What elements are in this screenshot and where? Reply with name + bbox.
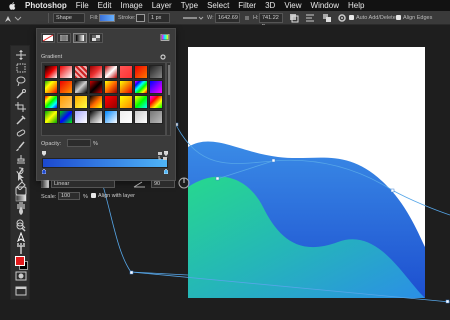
preset-swatch[interactable] — [59, 65, 73, 79]
gradient-style-select[interactable]: Linear — [51, 180, 115, 188]
align-with-layer-checkbox[interactable]: Align with layer — [91, 193, 135, 199]
checkbox-checked-icon — [91, 193, 96, 199]
preset-swatch[interactable] — [119, 80, 133, 94]
preset-swatch[interactable] — [74, 80, 88, 94]
scale-value: 100 — [61, 193, 71, 199]
anchor-point[interactable] — [390, 188, 395, 193]
gradient-button[interactable] — [73, 33, 87, 43]
preset-swatch[interactable] — [104, 65, 118, 79]
preset-swatch[interactable] — [119, 65, 133, 79]
preset-swatch[interactable] — [74, 95, 88, 109]
angle-value: 90 — [154, 181, 161, 187]
preset-swatch[interactable] — [74, 65, 88, 79]
angle-field[interactable]: 90 — [151, 180, 175, 188]
preset-swatch[interactable] — [44, 95, 58, 109]
color-picker-icon[interactable] — [160, 34, 170, 42]
gradient-type-icon — [40, 179, 50, 189]
anchor-point[interactable] — [129, 270, 134, 275]
preset-swatch[interactable] — [104, 110, 118, 124]
preset-swatch[interactable] — [59, 110, 73, 124]
opacity-label: Opacity: — [41, 141, 62, 147]
presets-scrollbar[interactable] — [166, 62, 171, 136]
opacity-stop-left[interactable] — [42, 151, 46, 156]
preset-swatch[interactable] — [44, 110, 58, 124]
solid-color-button[interactable] — [57, 33, 71, 43]
preset-swatch[interactable] — [104, 80, 118, 94]
preset-swatch[interactable] — [149, 95, 163, 109]
preset-swatch[interactable] — [104, 95, 118, 109]
color-stop-right[interactable] — [164, 169, 168, 174]
preset-swatch[interactable] — [149, 65, 163, 79]
scale-percent-label: % — [83, 194, 88, 200]
preset-swatch[interactable] — [44, 80, 58, 94]
preset-swatch[interactable] — [44, 65, 58, 79]
preset-swatch[interactable] — [59, 95, 73, 109]
anchor-point[interactable] — [215, 176, 220, 181]
preset-swatch[interactable] — [149, 80, 163, 94]
preset-swatch[interactable] — [59, 80, 73, 94]
angle-icon — [133, 181, 145, 188]
fill-type-row — [41, 33, 103, 43]
reverse-gradient-icon[interactable] — [158, 152, 167, 160]
panel-settings-gear-icon[interactable] — [159, 54, 167, 60]
pattern-button[interactable] — [89, 33, 103, 43]
scrollbar-thumb[interactable] — [168, 65, 170, 95]
gradient-presets-grid — [41, 62, 166, 136]
align-with-layer-label: Align with layer — [98, 193, 135, 199]
preset-swatch[interactable] — [134, 65, 148, 79]
preset-swatch[interactable] — [89, 110, 103, 124]
preset-swatch[interactable] — [134, 95, 148, 109]
preset-swatch[interactable] — [74, 110, 88, 124]
no-fill-button[interactable] — [41, 33, 55, 43]
gradient-ramp[interactable] — [42, 158, 168, 168]
preset-swatch[interactable] — [134, 80, 148, 94]
preset-swatch[interactable] — [149, 110, 163, 124]
preset-swatch[interactable] — [89, 95, 103, 109]
anchor-point[interactable] — [271, 158, 276, 163]
gradient-section-label: Gradient — [41, 54, 63, 60]
gradient-style-value: Linear — [54, 181, 70, 187]
angle-dial[interactable] — [178, 177, 190, 189]
gradient-fill-panel: Gradient Opacity: % Linear 90 Scale: 100… — [36, 28, 190, 200]
preset-swatch[interactable] — [119, 95, 133, 109]
preset-swatch[interactable] — [119, 110, 133, 124]
preset-swatch[interactable] — [134, 110, 148, 124]
preset-swatch[interactable] — [89, 65, 103, 79]
scale-field[interactable]: 100 — [58, 192, 80, 200]
opacity-field[interactable] — [67, 139, 91, 147]
preset-swatch[interactable] — [89, 80, 103, 94]
color-stop-left[interactable] — [42, 169, 46, 174]
anchor-point[interactable] — [445, 299, 450, 304]
scale-label: Scale: — [41, 194, 57, 200]
opacity-percent-label: % — [93, 141, 98, 147]
